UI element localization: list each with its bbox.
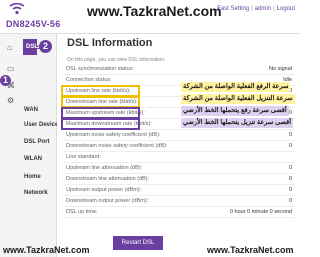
logout-link[interactable]: Logout	[277, 6, 295, 12]
admin-user-link[interactable]: admin	[255, 6, 271, 12]
row-label: Line standard:	[66, 154, 101, 160]
info-row: DSL up time: 0 hour 0 minute 0 second	[64, 207, 295, 218]
row-value: 0	[288, 176, 292, 182]
step-2-badge: 2	[39, 40, 52, 53]
row-label: DSL synchronization status:	[66, 66, 134, 72]
watermark-top: www.TazkraNet.com	[87, 3, 222, 19]
row-label: Upstream noise safety coefficient (dB):	[66, 132, 161, 138]
row-value: 0 hour 0 minute 0 second	[229, 209, 292, 215]
row-value: 0	[288, 165, 292, 171]
device-model: DN8245V-56	[6, 19, 61, 29]
row-label: DSL up time:	[66, 209, 98, 215]
main-panel: DSL Information On this page, you can vi…	[57, 34, 300, 257]
watermark-bottom-right: www.TazkraNet.com	[207, 245, 294, 255]
restart-dsl-button[interactable]: Restart DSL	[113, 236, 163, 250]
annotation-max-upstream: أقصى سرعة رفع يتحملها الخط الأرضي	[181, 106, 289, 116]
top-bar: DN8245V-56 www.TazkraNet.com Fast Settin…	[0, 0, 300, 34]
info-row: Downstream line attenuation (dB): 0	[64, 174, 295, 185]
row-label: Upstream output power (dBm):	[66, 187, 142, 193]
watermark-bottom-left: www.TazkraNet.com	[3, 245, 90, 255]
row-label: Downstream line attenuation (dB):	[66, 176, 150, 182]
row-value: 0	[288, 132, 292, 138]
row-value: No signal	[269, 66, 292, 72]
info-row: Upstream output power (dBm): 0	[64, 185, 295, 196]
step-1-badge: 1	[0, 75, 11, 86]
gear-icon[interactable]: ⚙	[7, 97, 14, 105]
row-label: Downstream noise safety coefficient (dB)…	[66, 143, 168, 149]
page-title: DSL Information	[67, 37, 153, 49]
max-downstream-highlight	[61, 118, 140, 130]
row-label: Downstream output power (dBm):	[66, 198, 149, 204]
row-value: 0	[288, 143, 292, 149]
info-row: Line standard:	[64, 152, 295, 163]
home-icon[interactable]: ⌂	[7, 44, 12, 52]
info-row: Upstream noise safety coefficient (dB): 0	[64, 130, 295, 141]
annotation-max-downstream: أقصى سرعة تنزيل يتحملها الخط الأرضي	[181, 118, 294, 128]
logo-icon	[9, 3, 25, 15]
annotation-upstream: سرعة الرفع الفعلية الواصلة من الشركة	[181, 82, 291, 92]
row-label: Upstream line attenuation (dB):	[66, 165, 143, 171]
top-links: Fast Setting | admin | Logout	[217, 6, 295, 12]
nav-item-dsl[interactable]: DSL	[23, 39, 38, 55]
monitor-icon[interactable]: ▭	[7, 65, 15, 73]
annotation-downstream: سرعة التنزيل الفعلية الواصلة من الشركة	[181, 94, 295, 104]
row-value: 0	[288, 187, 292, 193]
info-row: Downstream noise safety coefficient (dB)…	[64, 141, 295, 152]
page-description: On this page, you can view DSL informati…	[67, 57, 166, 63]
info-row: Upstream line attenuation (dB): 0	[64, 163, 295, 174]
info-row: DSL synchronization status: No signal	[64, 64, 295, 75]
side-nav: ⌂ Device ▭ ⌘ WAN ⚙ User Device DSL Port …	[0, 34, 58, 257]
fast-setting-link[interactable]: Fast Setting	[217, 6, 249, 12]
info-row: Downstream output power (dBm): 0	[64, 196, 295, 207]
row-value: 0	[288, 198, 292, 204]
